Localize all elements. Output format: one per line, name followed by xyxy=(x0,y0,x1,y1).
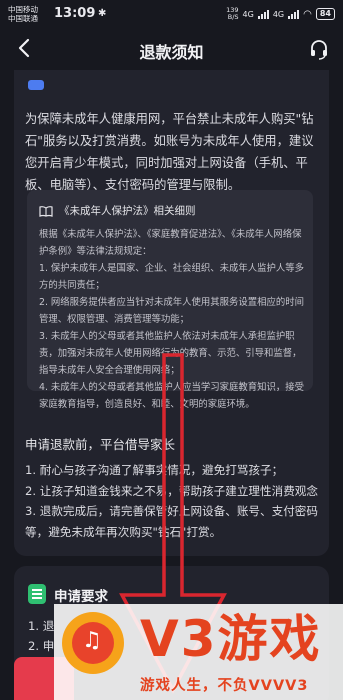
law-line: 根据《未成年人保护法》、《家庭教育促进法》、《未成年人网络保护条例》等法律法规规… xyxy=(39,229,302,257)
signal-bars-icon-2 xyxy=(288,9,300,19)
law-line: 1. 保护未成年人是国家、企业、社会组织、未成年人监护人等多方的共同责任； xyxy=(39,263,305,291)
watermark-brand: V3游戏 xyxy=(140,610,322,668)
signal-bars-icon xyxy=(257,9,269,19)
requirement-item: 1. 退 xyxy=(28,619,55,633)
law-box-body: 根据《未成年人保护法》、《家庭教育促进法》、《未成年人网络保护条例》等法律法规规… xyxy=(39,226,305,413)
law-line: 2. 网络服务提供者应当针对未成年人使用其服务设置相应的时间管理、权限管理、消费… xyxy=(39,297,305,325)
book-icon xyxy=(39,205,53,217)
reminder-list: 1. 耐心与孩子沟通了解事实情况，避免打骂孩子； 2. 让孩子知道金钱来之不易，… xyxy=(25,460,319,542)
network-type-1: 4G xyxy=(242,9,254,19)
watermark-slogan: 游戏人生，不负VVVV3 xyxy=(140,678,309,694)
refund-notice-screen: 中国移动 中国联通 13:09 ✱ 139 B/S 4G 4G ◠ 84 退款须… xyxy=(0,0,343,700)
watermark-logo-icon xyxy=(62,612,124,674)
requirements-title: 申请要求 xyxy=(54,589,108,605)
law-box-title: 《未成年人保护法》相关细则 xyxy=(59,205,196,217)
law-box: 《未成年人保护法》相关细则 根据《未成年人保护法》、《家庭教育促进法》、《未成年… xyxy=(27,190,313,410)
reminder-item: 3. 退款完成后，请完善保管好上网设备、账号、支付密码等，避免未成年再次购买"钻… xyxy=(25,504,318,539)
reminder-item: 2. 让孩子知道金钱来之不易，帮助孩子建立理性消费观念 xyxy=(25,483,318,498)
watermark: V3游戏 游戏人生，不负VVVV3 xyxy=(54,604,343,700)
wifi-icon: ◠ xyxy=(303,8,312,20)
status-bar: 中国移动 中国联通 13:09 ✱ 139 B/S 4G 4G ◠ 84 xyxy=(0,0,343,28)
card-badge-icon xyxy=(28,80,44,90)
law-line: 4. 未成年人的父母或者其他监护人应当学习家庭教育知识，接受家庭教育指导，创造良… xyxy=(39,382,305,410)
header: 退款须知 xyxy=(0,28,343,70)
requirements-list: 1. 退 2. 申 xyxy=(28,616,54,656)
status-icons: 139 B/S 4G 4G ◠ 84 xyxy=(226,7,335,21)
network-type-2: 4G xyxy=(272,9,285,19)
clock: 13:09 xyxy=(54,6,96,21)
page-title: 退款须知 xyxy=(139,43,204,62)
requirement-item: 2. 申 xyxy=(28,639,55,653)
law-box-header: 《未成年人保护法》相关细则 xyxy=(39,203,196,218)
battery-indicator: 84 xyxy=(315,8,335,20)
reminder-item: 1. 耐心与孩子沟通了解事实情况，避免打骂孩子； xyxy=(25,463,284,477)
net-speed: 139 B/S xyxy=(226,7,238,21)
carrier-2: 中国联通 xyxy=(8,14,38,23)
reminder-title: 申请退款前，平台借导家长 xyxy=(25,437,176,452)
notice-card: 为保障未成年人健康用网，平台禁止未成年人购买"钻石"服务以及打赏消费。如账号为未… xyxy=(14,70,329,556)
clipboard-icon xyxy=(28,584,46,604)
intro-text: 为保障未成年人健康用网，平台禁止未成年人购买"钻石"服务以及打赏消费。如账号为未… xyxy=(25,112,314,192)
bluetooth-icon: ✱ xyxy=(98,8,107,19)
carrier-1: 中国移动 xyxy=(8,5,38,14)
law-line: 3. 未成年人的父母或者其他监护人依法对未成年人承担监护职责，加强对未成年人使用… xyxy=(39,331,302,376)
carrier-info: 中国移动 中国联通 xyxy=(8,5,38,23)
net-speed-unit: B/S xyxy=(227,13,239,21)
headset-icon[interactable] xyxy=(308,38,330,60)
